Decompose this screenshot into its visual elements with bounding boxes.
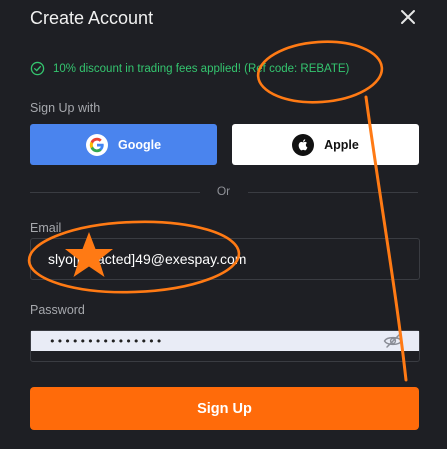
password-label: Password [30,303,85,317]
divider-right [248,192,418,193]
sign-up-label: Sign Up [197,400,252,417]
password-field[interactable]: ••••••••••••••• [30,330,420,362]
google-label: Google [117,137,162,152]
promo-banner: 10% discount in trading fees applied! (R… [30,61,349,76]
close-icon[interactable] [399,8,417,26]
create-account-modal: Create Account 10% discount in trading f… [0,0,447,449]
apple-signup-button[interactable]: Apple [232,124,419,165]
or-label: Or [216,184,231,198]
google-signup-button[interactable]: Google [30,124,217,165]
sign-up-button[interactable]: Sign Up [30,387,419,430]
email-field[interactable]: slyo[redacted]49@exespay.com [30,238,420,280]
email-label: Email [30,221,62,235]
apple-icon [292,133,315,156]
signup-with-label: Sign Up with [30,101,101,115]
eye-off-icon[interactable] [383,333,403,349]
promo-text: 10% discount in trading fees applied! (R… [53,62,350,75]
google-icon [85,133,108,156]
password-value: ••••••••••••••• [49,335,164,348]
modal-title: Create Account [30,8,154,28]
email-value: slyo[redacted]49@exespay.com [48,251,247,267]
apple-label: Apple [324,137,359,152]
password-input-area[interactable]: ••••••••••••••• [31,331,419,351]
check-circle-icon [30,61,45,76]
